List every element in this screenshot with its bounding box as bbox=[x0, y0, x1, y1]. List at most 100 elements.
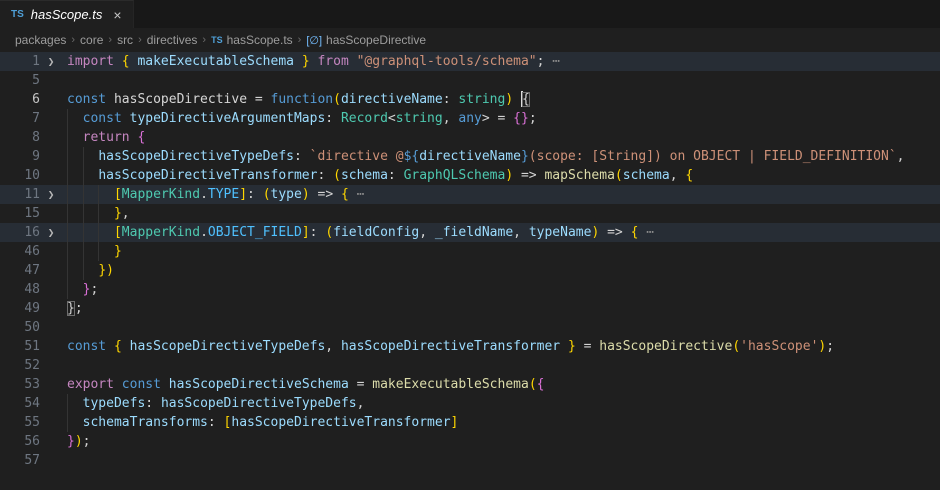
fold-chevron-icon[interactable]: ❯ bbox=[40, 185, 62, 204]
line-number: 10 bbox=[0, 166, 40, 185]
code-token: fieldConfig bbox=[333, 225, 419, 240]
code-line[interactable]: 50 bbox=[0, 318, 940, 337]
code-line[interactable]: 6const hasScopeDirective = function(dire… bbox=[0, 90, 940, 109]
code-text[interactable]: typeDefs: hasScopeDirectiveTypeDefs, bbox=[62, 394, 940, 413]
code-text[interactable]: const hasScopeDirective = function(direc… bbox=[62, 90, 940, 109]
code-line[interactable]: 5 bbox=[0, 71, 940, 90]
breadcrumb-item-packages[interactable]: packages bbox=[15, 33, 66, 47]
code-line[interactable]: 51const { hasScopeDirectiveTypeDefs, has… bbox=[0, 337, 940, 356]
code-text[interactable] bbox=[62, 71, 940, 90]
code-line[interactable]: 56}); bbox=[0, 432, 940, 451]
tab-hasscope[interactable]: TS hasScope.ts × bbox=[0, 0, 134, 28]
code-line[interactable]: 7 const typeDirectiveArgumentMaps: Recor… bbox=[0, 109, 940, 128]
code-token: => bbox=[513, 168, 544, 183]
code-line[interactable]: 15 }, bbox=[0, 204, 940, 223]
fold-chevron-icon[interactable]: ❯ bbox=[40, 223, 62, 242]
code-token: ⋯ bbox=[638, 225, 654, 240]
gutter-spacer bbox=[40, 90, 62, 109]
gutter-spacer bbox=[40, 356, 62, 375]
code-text[interactable]: [MapperKind.OBJECT_FIELD]: (fieldConfig,… bbox=[62, 223, 940, 242]
code-text[interactable]: hasScopeDirectiveTypeDefs: `directive @$… bbox=[62, 147, 940, 166]
code-token: , bbox=[325, 339, 341, 354]
code-token: `directive @ bbox=[310, 149, 404, 164]
code-token: : bbox=[294, 149, 310, 164]
code-token: ) bbox=[106, 263, 114, 278]
code-token: hasScopeDirectiveTypeDefs bbox=[122, 339, 326, 354]
code-text[interactable]: [MapperKind.TYPE]: (type) => { ⋯ bbox=[62, 185, 940, 204]
breadcrumb-item-core[interactable]: core bbox=[80, 33, 103, 47]
code-line[interactable]: 16❯ [MapperKind.OBJECT_FIELD]: (fieldCon… bbox=[0, 223, 940, 242]
breadcrumb-item-directives[interactable]: directives bbox=[147, 33, 198, 47]
code-token: , bbox=[357, 396, 365, 411]
code-token: 'hasScope' bbox=[740, 339, 818, 354]
code-text[interactable] bbox=[62, 318, 940, 337]
code-line[interactable]: 57 bbox=[0, 451, 940, 470]
breadcrumb-item-file[interactable]: TS hasScope.ts bbox=[211, 33, 293, 47]
code-token: ( bbox=[615, 168, 623, 183]
code-token: const bbox=[67, 339, 106, 354]
code-line[interactable]: 1❯import { makeExecutableSchema } from "… bbox=[0, 52, 940, 71]
fold-chevron-icon[interactable]: ❯ bbox=[40, 52, 62, 71]
line-number: 16 bbox=[0, 223, 40, 242]
code-text[interactable]: }; bbox=[62, 280, 940, 299]
code-text[interactable] bbox=[62, 356, 940, 375]
code-line[interactable]: 46 } bbox=[0, 242, 940, 261]
code-line[interactable]: 48 }; bbox=[0, 280, 940, 299]
line-number: 46 bbox=[0, 242, 40, 261]
code-text[interactable]: hasScopeDirectiveTransformer: (schema: G… bbox=[62, 166, 940, 185]
editor-lines[interactable]: 1❯import { makeExecutableSchema } from "… bbox=[0, 52, 940, 490]
code-token: hasScopeDirectiveSchema bbox=[161, 377, 357, 392]
line-number: 50 bbox=[0, 318, 40, 337]
code-token: typeName bbox=[529, 225, 592, 240]
code-token bbox=[67, 225, 114, 240]
code-token: : bbox=[317, 168, 333, 183]
code-token: Record bbox=[341, 111, 388, 126]
code-text[interactable]: const { hasScopeDirectiveTypeDefs, hasSc… bbox=[62, 337, 940, 356]
close-icon[interactable]: × bbox=[113, 8, 121, 22]
code-line[interactable]: 9 hasScopeDirectiveTypeDefs: `directive … bbox=[0, 147, 940, 166]
indent-guide bbox=[83, 242, 84, 261]
code-text[interactable]: } bbox=[62, 242, 940, 261]
gutter-spacer bbox=[40, 394, 62, 413]
code-token: hasScopeDirectiveTypeDefs bbox=[98, 149, 294, 164]
code-text[interactable]: export const hasScopeDirectiveSchema = m… bbox=[62, 375, 940, 394]
code-token: hasScopeDirective bbox=[106, 92, 255, 107]
code-text[interactable]: }) bbox=[62, 261, 940, 280]
code-text[interactable]: }, bbox=[62, 204, 940, 223]
code-token bbox=[67, 282, 83, 297]
code-token: schema bbox=[341, 168, 388, 183]
code-text[interactable] bbox=[62, 451, 940, 470]
code-text[interactable]: }); bbox=[62, 432, 940, 451]
code-line[interactable]: 52 bbox=[0, 356, 940, 375]
code-text[interactable]: return { bbox=[62, 128, 940, 147]
code-line[interactable]: 55 schemaTransforms: [hasScopeDirectiveT… bbox=[0, 413, 940, 432]
code-token: , bbox=[122, 206, 130, 221]
code-token: const bbox=[67, 92, 106, 107]
code-token: hasScopeDirectiveTransformer bbox=[341, 339, 568, 354]
code-token: schemaTransforms bbox=[83, 415, 208, 430]
code-text[interactable]: import { makeExecutableSchema } from "@g… bbox=[62, 52, 940, 71]
code-token: ⋯ bbox=[349, 187, 365, 202]
code-token bbox=[67, 206, 114, 221]
code-token: function bbox=[271, 92, 334, 107]
code-token: { bbox=[537, 377, 545, 392]
code-token: ; bbox=[83, 434, 91, 449]
code-line[interactable]: 47 }) bbox=[0, 261, 940, 280]
code-token bbox=[67, 111, 83, 126]
code-token: ; bbox=[826, 339, 834, 354]
code-token: : bbox=[145, 396, 161, 411]
code-line[interactable]: 8 return { bbox=[0, 128, 940, 147]
gutter-spacer bbox=[40, 71, 62, 90]
code-token: export bbox=[67, 377, 114, 392]
breadcrumb-item-symbol[interactable]: [∅] hasScopeDirective bbox=[306, 33, 426, 47]
code-text[interactable]: schemaTransforms: [hasScopeDirectiveTran… bbox=[62, 413, 940, 432]
code-text[interactable]: const typeDirectiveArgumentMaps: Record<… bbox=[62, 109, 940, 128]
code-line[interactable]: 53export const hasScopeDirectiveSchema =… bbox=[0, 375, 940, 394]
code-text[interactable]: }; bbox=[62, 299, 940, 318]
code-line[interactable]: 10 hasScopeDirectiveTransformer: (schema… bbox=[0, 166, 940, 185]
code-line[interactable]: 49}; bbox=[0, 299, 940, 318]
code-line[interactable]: 11❯ [MapperKind.TYPE]: (type) => { ⋯ bbox=[0, 185, 940, 204]
code-token bbox=[106, 339, 114, 354]
code-line[interactable]: 54 typeDefs: hasScopeDirectiveTypeDefs, bbox=[0, 394, 940, 413]
breadcrumb-item-src[interactable]: src bbox=[117, 33, 133, 47]
